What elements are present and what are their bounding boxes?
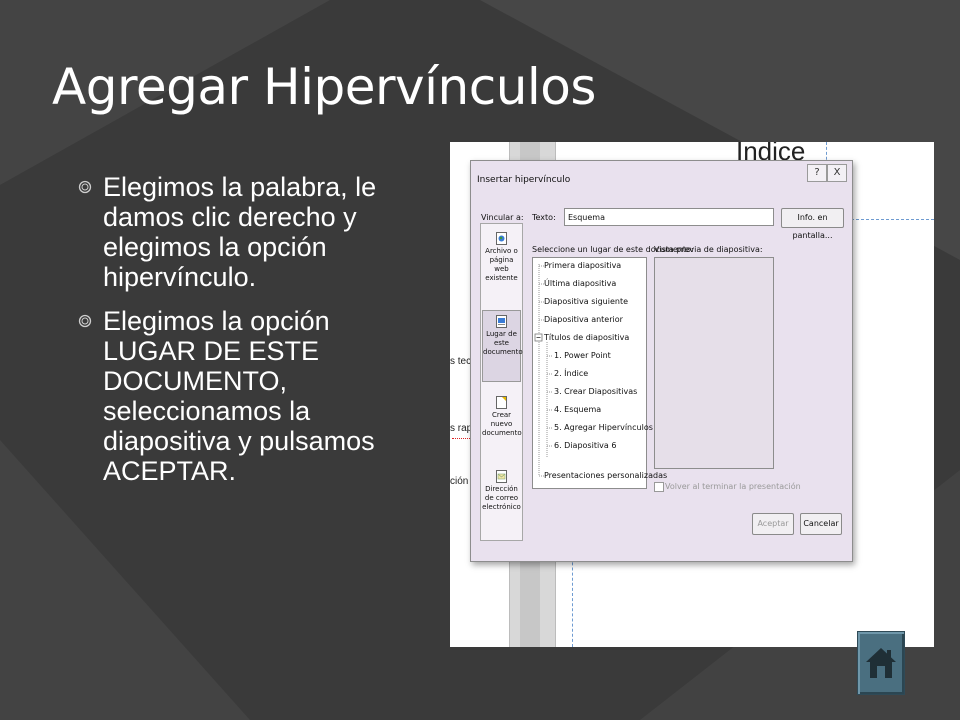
home-icon bbox=[866, 648, 896, 678]
bullet-item: Elegimos la palabra, le damos clic derec… bbox=[76, 172, 416, 292]
slide-title: Agregar Hipervínculos bbox=[52, 58, 596, 116]
side-text: ción bbox=[450, 476, 469, 487]
cancel-button[interactable]: Cancelar bbox=[800, 513, 842, 535]
return-after-show-label: Volver al terminar la presentación bbox=[665, 482, 801, 491]
nav-existing-file[interactable]: Archivo o página web existente bbox=[482, 228, 521, 300]
ok-button[interactable]: Aceptar bbox=[752, 513, 794, 535]
tree-item[interactable]: Primera diapositiva bbox=[544, 261, 621, 271]
tree-item[interactable]: Última diapositiva bbox=[544, 279, 616, 289]
link-to-panel: Archivo o página web existente Lugar de … bbox=[480, 223, 523, 541]
tree-item[interactable]: 5. Agregar Hipervínculos bbox=[554, 423, 653, 433]
text-label: Texto: bbox=[532, 213, 556, 222]
spellcheck-underline bbox=[452, 438, 472, 439]
document-place-icon bbox=[496, 315, 507, 328]
slide-preview-box bbox=[654, 257, 774, 469]
insert-hyperlink-dialog: Insertar hipervínculo ? X Vincular a: Te… bbox=[470, 160, 853, 562]
tree-item[interactable]: 6. Diapositiva 6 bbox=[554, 441, 616, 451]
tree-item[interactable]: 1. Power Point bbox=[554, 351, 611, 361]
tree-item[interactable]: Presentaciones personalizadas bbox=[544, 471, 667, 481]
bullet-list: Elegimos la palabra, le damos clic derec… bbox=[76, 172, 416, 500]
slide: Agregar Hipervínculos Elegimos la palabr… bbox=[0, 0, 960, 720]
link-to-label: Vincular a: bbox=[481, 213, 524, 222]
dialog-title: Insertar hipervínculo bbox=[477, 175, 571, 185]
tree-item[interactable]: Diapositiva siguiente bbox=[544, 297, 628, 307]
tree-lines bbox=[534, 264, 553, 477]
bullet-circle-icon bbox=[78, 314, 92, 328]
help-button[interactable]: ? bbox=[807, 164, 827, 182]
tree-item[interactable]: 3. Crear Diapositivas bbox=[554, 387, 637, 397]
document-place-tree[interactable]: Primera diapositiva Última diapositiva D… bbox=[532, 257, 667, 489]
close-button[interactable]: X bbox=[827, 164, 847, 182]
nav-label: Archivo o página web existente bbox=[485, 247, 518, 282]
nav-label: Dirección de correo electrónico bbox=[482, 485, 521, 511]
nav-place-in-document[interactable]: Lugar de este documento bbox=[482, 310, 523, 382]
home-button[interactable] bbox=[857, 631, 905, 695]
tree-item[interactable]: 2. Índice bbox=[554, 369, 588, 379]
web-page-icon bbox=[496, 232, 507, 245]
nav-label: Lugar de este documento bbox=[483, 330, 523, 356]
tree-item[interactable]: Títulos de diapositiva bbox=[544, 333, 629, 343]
nav-email-address[interactable]: Dirección de correo electrónico bbox=[482, 466, 521, 536]
bullet-text: Elegimos la opción LUGAR DE ESTE DOCUMEN… bbox=[103, 306, 375, 486]
preview-label: Vista previa de diapositiva: bbox=[654, 245, 763, 254]
display-text-input[interactable]: Esquema bbox=[564, 208, 774, 226]
email-icon bbox=[496, 470, 507, 483]
nav-label: Crear nuevo documento bbox=[482, 411, 522, 437]
bullet-text: Elegimos la palabra, le damos clic derec… bbox=[103, 172, 377, 292]
tree-item[interactable]: Diapositiva anterior bbox=[544, 315, 623, 325]
embedded-screenshot: Indice s tecla s rapid ción Insertar hip… bbox=[450, 142, 934, 647]
bullet-circle-icon bbox=[78, 180, 92, 194]
tree-item[interactable]: 4. Esquema bbox=[554, 405, 601, 415]
screentip-button[interactable]: Info. en pantalla... bbox=[781, 208, 844, 240]
nav-create-new-document[interactable]: Crear nuevo documento bbox=[482, 392, 522, 458]
bullet-item: Elegimos la opción LUGAR DE ESTE DOCUMEN… bbox=[76, 306, 416, 486]
new-document-icon bbox=[496, 396, 507, 409]
return-after-show-checkbox[interactable] bbox=[654, 482, 664, 492]
